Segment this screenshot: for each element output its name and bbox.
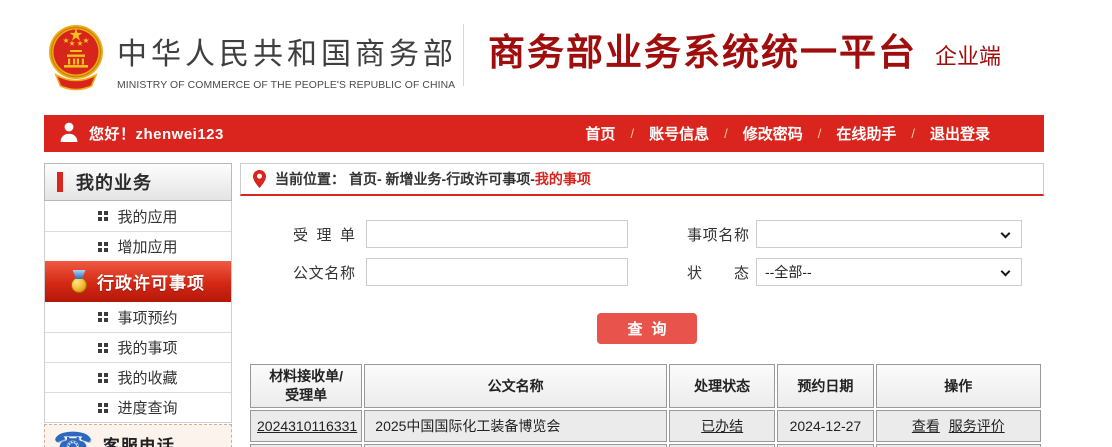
receipt-no-cell: 2024310116331	[250, 409, 363, 442]
china-national-emblem-icon	[48, 22, 104, 97]
item-name-label: 事项名称	[687, 226, 749, 244]
sidebar-item-label: 我的应用	[117, 208, 178, 226]
status-label: 状态	[687, 264, 749, 282]
status-select-value: --全部--	[765, 264, 812, 280]
platform-title: 商务部业务系统统一平台	[488, 32, 917, 73]
ministry-logo-block: 中华人民共和国商务部 MINISTRY OF COMMERCE OF THE P…	[48, 22, 457, 97]
accept-no-label: 受理单	[293, 226, 355, 244]
grid-icon	[98, 342, 108, 353]
user-icon	[58, 121, 80, 147]
sidebar-menu: 我的应用 增加应用 行政许可事项 事项预约 我的事项 我的收藏 进度查询	[44, 201, 232, 423]
col-receipt-no: 材料接收单/ 受理单	[250, 364, 363, 408]
table-row: 2024310116331 2025中国国际化工装备博览会 已办结 2024-1…	[250, 409, 1041, 442]
chevron-down-icon	[1000, 228, 1011, 239]
status-link[interactable]: 已办结	[701, 418, 743, 434]
sidebar-item-matter-appointment[interactable]: 事项预约	[45, 302, 231, 332]
col-actions: 操作	[875, 364, 1041, 408]
col-date: 预约日期	[777, 364, 874, 408]
search-button[interactable]: 查询	[597, 313, 697, 344]
doc-name-input[interactable]	[366, 258, 628, 286]
nav-item-logout[interactable]: 退出登录	[916, 123, 1004, 144]
red-marker	[57, 172, 63, 192]
doc-name-cell: 2025中国国际化工装备博览会	[364, 409, 668, 442]
chevron-down-icon	[1000, 266, 1011, 277]
ministry-name-cn: 中华人民共和国商务部	[117, 37, 457, 71]
grid-icon	[98, 372, 108, 383]
breadcrumb: 当前位置： 首页- 新增业务-行政许可事项- 我的事项	[240, 163, 1044, 196]
grid-icon	[98, 241, 108, 252]
table-header-row: 材料接收单/ 受理单 公文名称 处理状态 预约日期 操作	[250, 364, 1041, 408]
sidebar-item-my-favorites[interactable]: 我的收藏	[45, 362, 231, 392]
sidebar-item-label: 我的事项	[117, 340, 178, 357]
grid-icon	[98, 312, 108, 322]
nav-menu: 首页 / 账号信息 / 修改密码 / 在线助手 / 退出登录	[571, 123, 1004, 144]
nav-item-online-assistant[interactable]: 在线助手	[822, 123, 910, 144]
breadcrumb-label: 当前位置：	[275, 171, 345, 187]
sidebar-title: 我的业务	[76, 173, 152, 193]
grid-icon	[98, 402, 108, 413]
ministry-name-en: MINISTRY OF COMMERCE OF THE PEOPLE'S REP…	[117, 79, 456, 91]
view-link[interactable]: 查看	[912, 418, 940, 434]
header-divider	[463, 24, 464, 86]
nav-item-account-info[interactable]: 账号信息	[635, 123, 723, 144]
site-header: 中华人民共和国商务部 MINISTRY OF COMMERCE OF THE P…	[44, 0, 1044, 115]
service-eval-link[interactable]: 服务评价	[949, 418, 1005, 434]
top-navbar: 您好！zhenwei123 首页 / 账号信息 / 修改密码 / 在线助手 / …	[44, 115, 1044, 152]
sidebar-header: 我的业务	[44, 163, 232, 201]
col-status: 处理状态	[669, 364, 776, 408]
doc-name-label: 公文名称	[293, 264, 355, 282]
nav-item-change-password[interactable]: 修改密码	[729, 123, 817, 144]
accept-no-input[interactable]	[366, 220, 628, 248]
nav-item-home[interactable]: 首页	[571, 123, 629, 144]
sidebar-item-label: 行政许可事项	[97, 274, 205, 293]
phone-icon: ☎	[53, 426, 93, 447]
sidebar-item-label: 进度查询	[117, 400, 178, 417]
status-select[interactable]: --全部--	[756, 258, 1022, 286]
sidebar-item-label: 事项预约	[117, 309, 178, 327]
col-doc-name: 公文名称	[364, 364, 668, 408]
location-pin-icon	[253, 170, 266, 188]
receipt-no-link[interactable]: 2024310116331	[257, 418, 357, 434]
sidebar-item-label: 增加应用	[117, 239, 178, 256]
service-phone-label: 客服电话	[102, 436, 175, 447]
medal-icon	[71, 270, 87, 293]
search-form: 受理单 事项名称 公文名称 状态 --全部-- 查询	[240, 220, 1044, 344]
sidebar: 我的业务 我的应用 增加应用 行政许可事项 事项预约 我的事项 我的收藏 进度查…	[44, 163, 232, 447]
actions-cell: 查看 服务评价	[875, 409, 1041, 442]
main-content: 当前位置： 首页- 新增业务-行政许可事项- 我的事项 受理单 事项名称 公文名…	[240, 163, 1044, 447]
sidebar-item-admin-license-matters[interactable]: 行政许可事项	[45, 261, 231, 302]
service-phone-section: ☎ 客服电话	[44, 424, 232, 447]
sidebar-item-my-matters[interactable]: 我的事项	[45, 332, 231, 362]
date-cell: 2024-12-27	[777, 409, 874, 442]
results-table: 材料接收单/ 受理单 公文名称 处理状态 预约日期 操作 20243101163…	[248, 362, 1043, 447]
item-name-select[interactable]	[756, 220, 1022, 248]
sidebar-item-label: 我的收藏	[117, 370, 178, 387]
status-cell: 已办结	[669, 409, 776, 442]
sidebar-item-add-apps[interactable]: 增加应用	[45, 231, 231, 261]
page-container: 中华人民共和国商务部 MINISTRY OF COMMERCE OF THE P…	[44, 0, 1044, 447]
edition-label: 企业端	[935, 43, 1002, 69]
breadcrumb-current: 我的事项	[534, 171, 591, 187]
sidebar-item-progress-query[interactable]: 进度查询	[45, 392, 231, 422]
grid-icon	[98, 211, 108, 221]
sidebar-item-my-apps[interactable]: 我的应用	[45, 201, 231, 231]
breadcrumb-path: 首页- 新增业务-行政许可事项-	[349, 171, 535, 187]
user-greeting: 您好！zhenwei123	[89, 126, 224, 143]
